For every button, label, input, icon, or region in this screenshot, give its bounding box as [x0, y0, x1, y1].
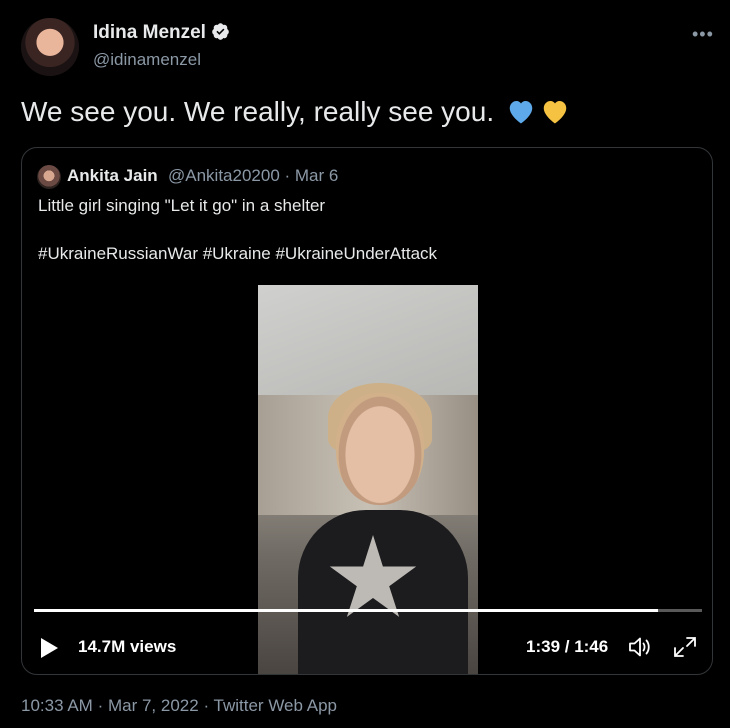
- yellow-heart-icon: [540, 97, 570, 132]
- quoted-author-avatar[interactable]: [37, 165, 61, 189]
- video-progress-bar[interactable]: [34, 609, 702, 612]
- blue-heart-icon: [506, 97, 536, 132]
- verified-badge-icon: [211, 22, 230, 47]
- fullscreen-icon[interactable]: [672, 635, 698, 664]
- meta-separator: ·: [97, 696, 104, 715]
- tweet-date[interactable]: Mar 7, 2022: [108, 696, 199, 715]
- video-frame-ceiling: [258, 285, 478, 395]
- video-time: 1:39 / 1:46: [526, 637, 609, 656]
- author-name-text[interactable]: Idina Menzel: [93, 22, 206, 43]
- tweet-text: We see you. We really, really see you.: [21, 96, 570, 132]
- volume-icon[interactable]: [627, 635, 653, 664]
- video-frame-face: [336, 393, 424, 505]
- tweet-time[interactable]: 10:33 AM: [21, 696, 93, 715]
- meta-separator: ·: [203, 696, 210, 715]
- author-handle[interactable]: @idinamenzel: [93, 50, 201, 70]
- video-player[interactable]: [258, 285, 478, 674]
- tweet-meta: 10:33 AM · Mar 7, 2022 · Twitter Web App: [21, 696, 337, 716]
- author-avatar[interactable]: [21, 18, 79, 76]
- video-progress-fill: [34, 609, 658, 612]
- tweet-body: We see you. We really, really see you.: [21, 96, 495, 127]
- quoted-tweet[interactable]: Ankita Jain @Ankita20200 · Mar 6 Little …: [21, 147, 713, 675]
- tweet-source[interactable]: Twitter Web App: [214, 696, 337, 715]
- author-name[interactable]: Idina Menzel: [93, 22, 230, 47]
- quoted-text: Little girl singing "Let it go" in a she…: [38, 196, 326, 215]
- quoted-author-name[interactable]: Ankita Jain: [67, 166, 158, 186]
- quoted-hashtags[interactable]: #UkraineRussianWar #Ukraine #UkraineUnde…: [38, 244, 437, 264]
- video-views: 14.7M views: [78, 637, 177, 656]
- more-options-icon[interactable]: •••: [692, 24, 714, 45]
- quoted-author-handle[interactable]: @Ankita20200 · Mar 6: [168, 166, 338, 186]
- play-icon[interactable]: [39, 637, 59, 664]
